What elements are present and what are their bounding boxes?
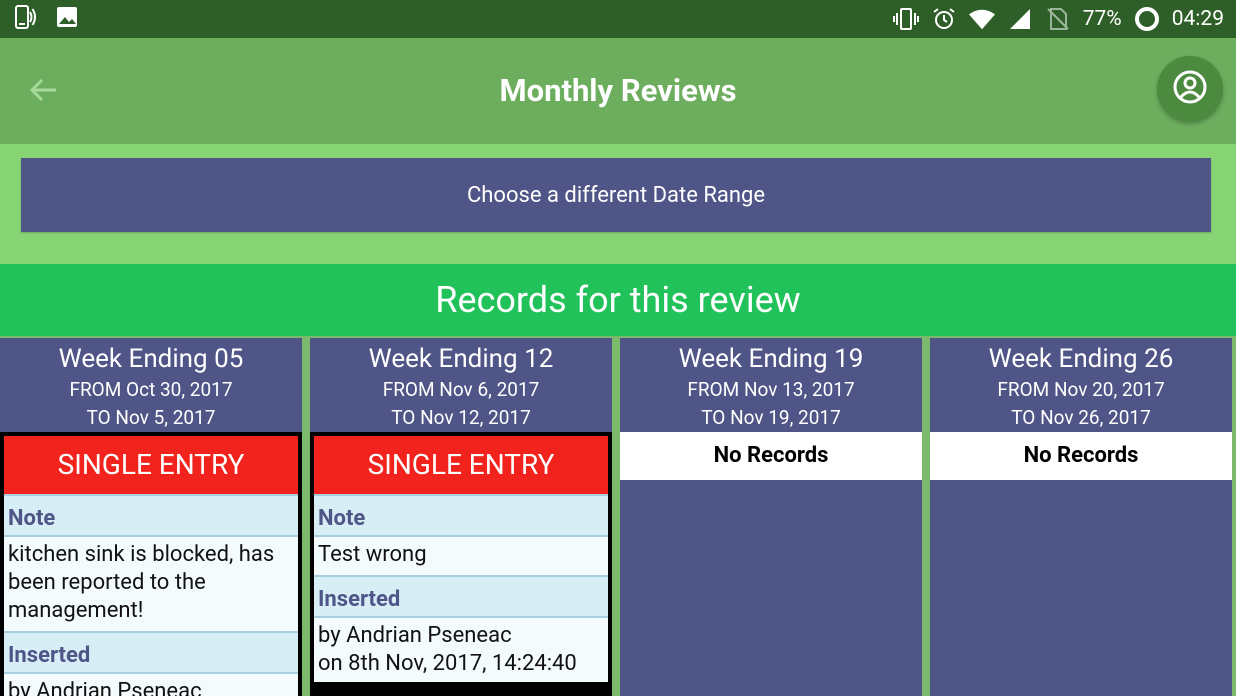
alarm-icon	[931, 6, 957, 32]
week-from: FROM Nov 13, 2017	[687, 378, 855, 401]
week-to: TO Nov 19, 2017	[701, 406, 841, 429]
week-column: Week Ending 26 FROM Nov 20, 2017 TO Nov …	[930, 338, 1232, 696]
note-label: Note	[4, 494, 298, 535]
entry-type: SINGLE ENTRY	[4, 436, 298, 494]
records-header: Records for this review	[0, 264, 1236, 336]
no-records-label: No Records	[620, 432, 922, 480]
week-column: Week Ending 19 FROM Nov 13, 2017 TO Nov …	[620, 338, 922, 696]
week-title: Week Ending 12	[368, 344, 554, 374]
entry-type: SINGLE ENTRY	[314, 436, 608, 494]
status-bar: 77% 04:29	[0, 0, 1236, 38]
week-to: TO Nov 12, 2017	[391, 406, 531, 429]
clock: 04:29	[1171, 7, 1224, 31]
profile-button[interactable]	[1157, 56, 1223, 122]
week-header: Week Ending 05 FROM Oct 30, 2017 TO Nov …	[0, 338, 302, 432]
note-value: kitchen sink is blocked, has been report…	[4, 535, 298, 631]
battery-ring-icon	[1134, 6, 1160, 32]
inserted-details: by Andrian Pseneac on 8th Nov, 2017, 14:…	[314, 616, 608, 682]
vibrate-icon	[892, 6, 919, 32]
wifi-icon	[968, 6, 995, 32]
note-value: Test wrong	[314, 535, 608, 575]
week-header: Week Ending 12 FROM Nov 6, 2017 TO Nov 1…	[310, 338, 612, 432]
account-circle-icon	[1172, 69, 1208, 109]
week-to: TO Nov 26, 2017	[1011, 406, 1151, 429]
inserted-label: Inserted	[314, 575, 608, 616]
image-icon	[54, 4, 80, 30]
date-range-band: Choose a different Date Range	[0, 144, 1236, 264]
inserted-on: on 8th Nov, 2017, 14:24:40	[318, 651, 577, 676]
week-columns: Week Ending 05 FROM Oct 30, 2017 TO Nov …	[0, 336, 1236, 696]
week-title: Week Ending 26	[988, 344, 1174, 374]
week-header: Week Ending 19 FROM Nov 13, 2017 TO Nov …	[620, 338, 922, 432]
week-from: FROM Nov 6, 2017	[382, 378, 540, 401]
week-title: Week Ending 05	[58, 344, 244, 374]
inserted-by: by Andrian Pseneac	[4, 672, 298, 696]
week-from: FROM Oct 30, 2017	[69, 378, 233, 401]
entry-card[interactable]: SINGLE ENTRY Note kitchen sink is blocke…	[0, 432, 302, 696]
phone-signal-icon	[12, 4, 38, 30]
week-to: TO Nov 5, 2017	[86, 406, 216, 429]
week-title: Week Ending 19	[678, 344, 864, 374]
week-from: FROM Nov 20, 2017	[997, 378, 1165, 401]
inserted-by: by Andrian Pseneac	[318, 623, 512, 648]
no-records-label: No Records	[930, 432, 1232, 480]
inserted-label: Inserted	[4, 631, 298, 672]
page-title: Monthly Reviews	[499, 72, 737, 109]
note-label: Note	[314, 494, 608, 535]
week-column: Week Ending 05 FROM Oct 30, 2017 TO Nov …	[0, 338, 302, 696]
no-sim-icon	[1045, 6, 1071, 32]
entry-card[interactable]: SINGLE ENTRY Note Test wrong Inserted by…	[310, 432, 612, 696]
choose-date-range-button[interactable]: Choose a different Date Range	[21, 158, 1211, 232]
battery-percent: 77%	[1082, 7, 1122, 31]
week-column: Week Ending 12 FROM Nov 6, 2017 TO Nov 1…	[310, 338, 612, 696]
app-bar: Monthly Reviews	[0, 38, 1236, 144]
cell-signal-icon	[1007, 6, 1033, 32]
week-header: Week Ending 26 FROM Nov 20, 2017 TO Nov …	[930, 338, 1232, 432]
